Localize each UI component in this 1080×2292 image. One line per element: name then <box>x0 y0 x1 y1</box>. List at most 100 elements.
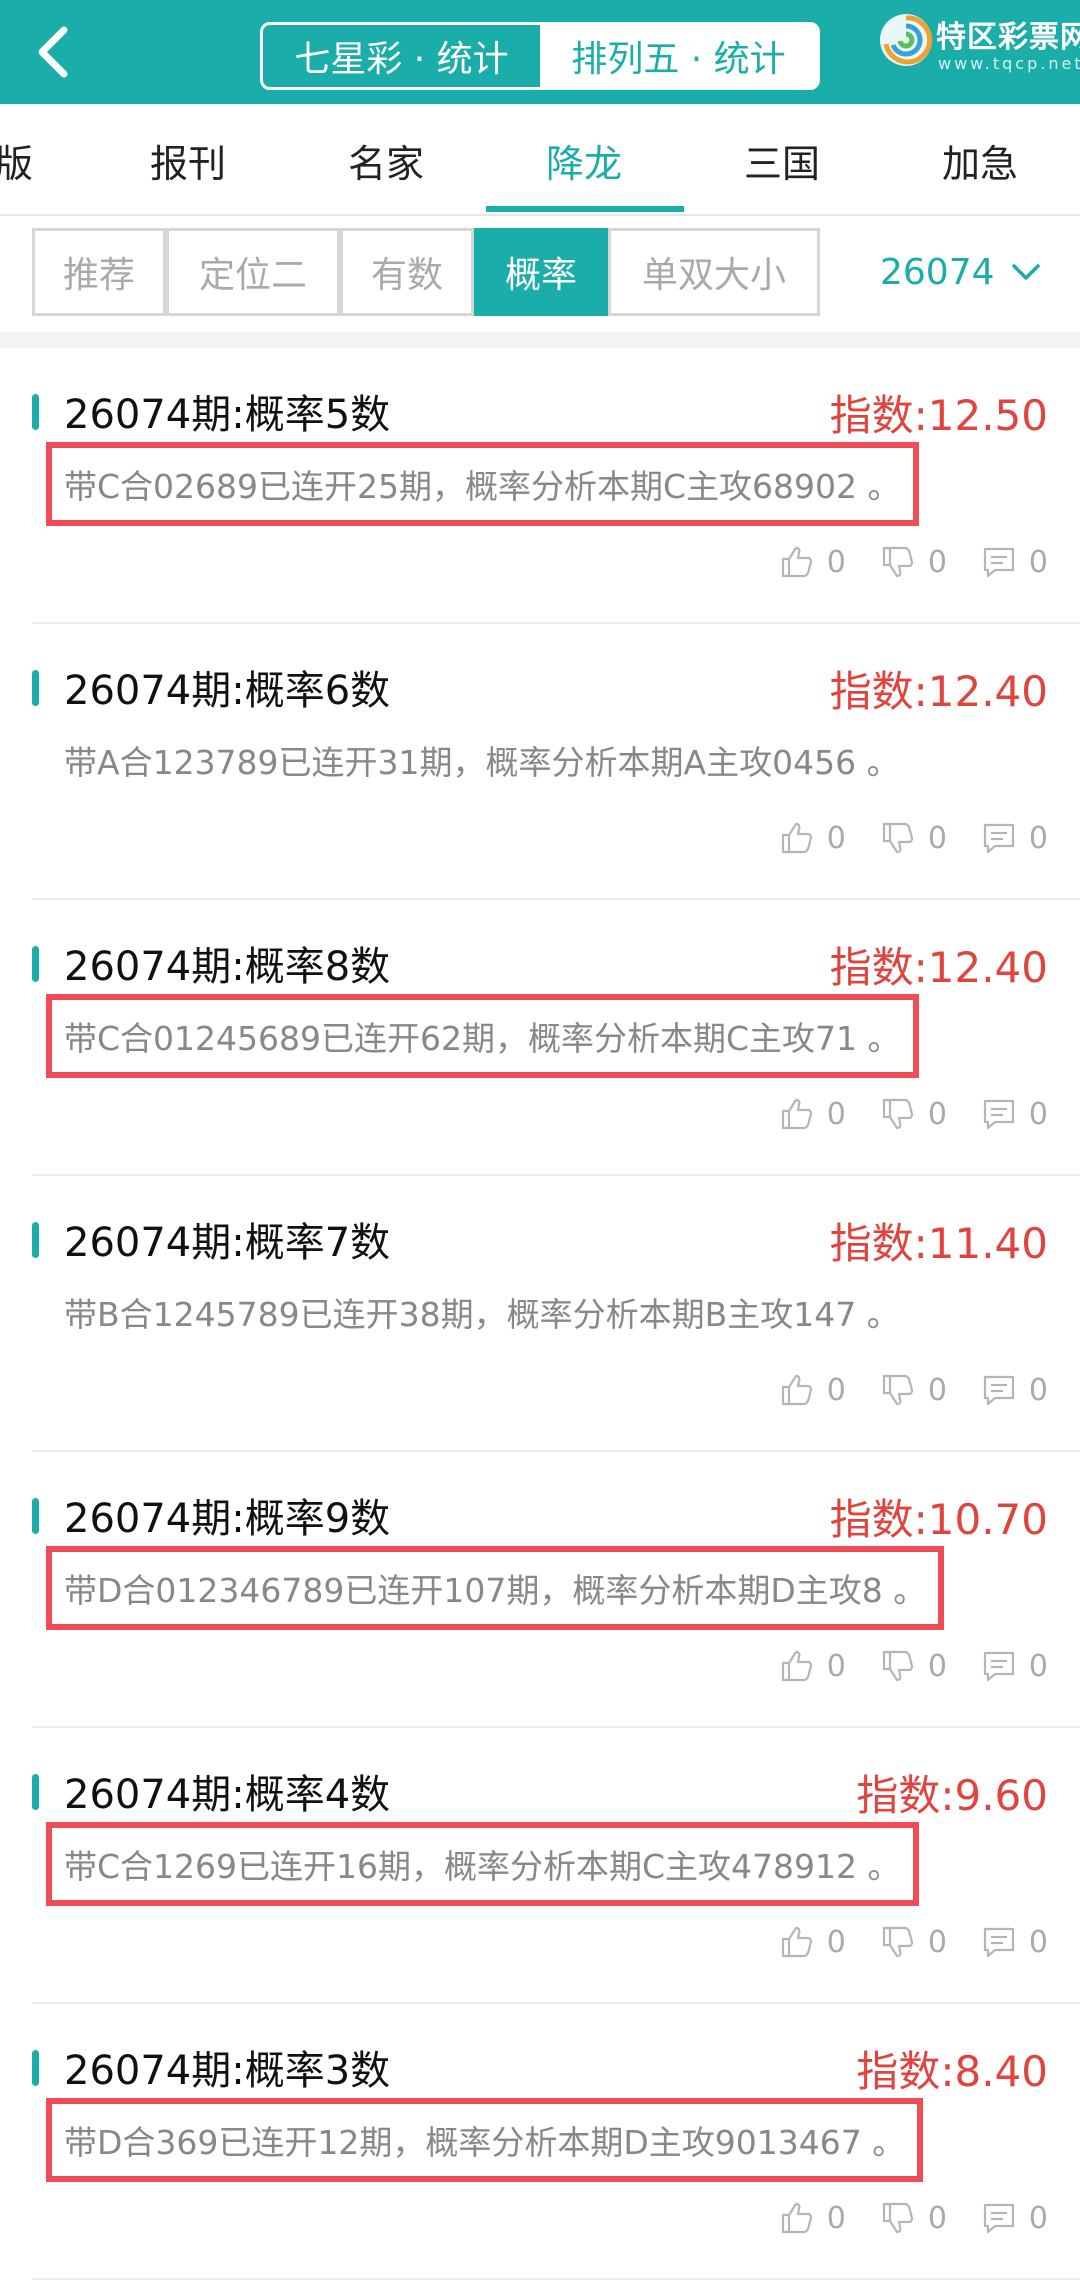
like-button[interactable]: 0 <box>779 1648 846 1684</box>
card-title: 26074期:概率8数 <box>64 944 391 990</box>
thumbs-down-icon <box>882 1098 913 1130</box>
card-title: 26074期:概率6数 <box>64 668 391 714</box>
logo-url: www.tqcp.net <box>938 54 1080 73</box>
chip-gailv[interactable]: 概率 <box>474 228 608 316</box>
like-count: 0 <box>826 544 846 580</box>
chip-youshu[interactable]: 有数 <box>340 228 474 316</box>
card-index-score: 指数:12.40 <box>829 943 1048 992</box>
dislike-count: 0 <box>927 1096 947 1132</box>
tab-baokan[interactable]: 报刊 <box>90 104 286 214</box>
comment-button[interactable]: 0 <box>981 1096 1048 1132</box>
thumbs-up-icon <box>781 822 812 854</box>
card-description: 带B合1245789已连开38期，概率分析本期B主攻147 。 <box>64 1295 900 1334</box>
comment-button[interactable]: 0 <box>981 1648 1048 1684</box>
thumbs-down-icon <box>882 1374 913 1406</box>
chip-dingweier[interactable]: 定位二 <box>166 228 340 316</box>
card-actions: 0 0 0 <box>745 818 1048 858</box>
prediction-card[interactable]: 26074期:概率8数 指数:12.40 带C合01245689已连开62期，概… <box>0 900 1080 1176</box>
comment-count: 0 <box>1028 1648 1048 1684</box>
lottery-segmented-control: 七星彩 · 统计 排列五 · 统计 <box>260 22 820 90</box>
like-button[interactable]: 0 <box>779 2200 846 2236</box>
prediction-card[interactable]: 26074期:概率5数 指数:12.50 带C合02689已连开25期，概率分析… <box>0 348 1080 624</box>
dislike-count: 0 <box>927 544 947 580</box>
prediction-card[interactable]: 26074期:概率6数 指数:12.40 带A合123789已连开31期，概率分… <box>0 624 1080 900</box>
like-count: 0 <box>826 1096 846 1132</box>
period-value: 26074 <box>880 251 995 293</box>
prediction-card[interactable]: 26074期:概率3数 指数:8.40 带D合369已连开12期，概率分析本期D… <box>0 2004 1080 2280</box>
comment-icon <box>983 547 1015 578</box>
dislike-button[interactable]: 0 <box>880 1096 947 1132</box>
card-actions: 0 0 0 <box>745 1370 1048 1410</box>
prediction-list: 26074期:概率5数 指数:12.50 带C合02689已连开25期，概率分析… <box>0 348 1080 2280</box>
card-index-score: 指数:12.50 <box>829 391 1048 440</box>
back-button[interactable] <box>26 22 86 82</box>
chip-danshuangdaxiao[interactable]: 单双大小 <box>608 228 820 316</box>
comment-button[interactable]: 0 <box>981 2200 1048 2236</box>
card-title: 26074期:概率3数 <box>64 2048 391 2094</box>
like-button[interactable]: 0 <box>779 1372 846 1408</box>
card-title: 26074期:概率4数 <box>64 1772 391 1818</box>
comment-button[interactable]: 0 <box>981 544 1048 580</box>
comment-button[interactable]: 0 <box>981 820 1048 856</box>
prediction-card[interactable]: 26074期:概率4数 指数:9.60 带C合1269已连开16期，概率分析本期… <box>0 1728 1080 2004</box>
card-index-score: 指数:11.40 <box>829 1219 1048 1268</box>
chip-tuijian[interactable]: 推荐 <box>32 228 166 316</box>
card-actions: 0 0 0 <box>745 1094 1048 1134</box>
dislike-button[interactable]: 0 <box>880 1924 947 1960</box>
like-button[interactable]: 0 <box>779 544 846 580</box>
tab-sanguo[interactable]: 三国 <box>684 104 880 214</box>
dislike-count: 0 <box>927 1648 947 1684</box>
thumbs-up-icon <box>781 1098 812 1130</box>
like-button[interactable]: 0 <box>779 1924 846 1960</box>
comment-icon <box>983 1375 1015 1406</box>
like-count: 0 <box>826 1372 846 1408</box>
card-title: 26074期:概率7数 <box>64 1220 391 1266</box>
tab-mingjia[interactable]: 名家 <box>288 104 484 214</box>
segment-qixingcai[interactable]: 七星彩 · 统计 <box>263 25 540 87</box>
like-button[interactable]: 0 <box>779 820 846 856</box>
thumbs-up-icon <box>781 546 812 578</box>
logo-swirl-icon <box>880 14 933 66</box>
card-actions: 0 0 0 <box>745 1922 1048 1962</box>
card-accent-bar <box>32 1498 39 1534</box>
tab-jianglong[interactable]: 降龙 <box>486 104 682 214</box>
card-description: 带D合369已连开12期，概率分析本期D主攻9013467 。 <box>45 2098 924 2182</box>
dislike-button[interactable]: 0 <box>880 1648 947 1684</box>
chevron-down-icon <box>1011 264 1040 280</box>
card-divider <box>32 2278 1080 2280</box>
prediction-card[interactable]: 26074期:概率7数 指数:11.40 带B合1245789已连开38期，概率… <box>0 1176 1080 1452</box>
tab-jiaji[interactable]: 加急 <box>882 104 1078 214</box>
comment-icon <box>983 1927 1015 1958</box>
card-actions: 0 0 0 <box>745 542 1048 582</box>
dislike-button[interactable]: 0 <box>880 544 947 580</box>
card-title: 26074期:概率9数 <box>64 1496 391 1542</box>
comment-icon <box>983 1651 1015 1682</box>
dislike-button[interactable]: 0 <box>880 1372 947 1408</box>
comment-count: 0 <box>1028 1372 1048 1408</box>
card-actions: 0 0 0 <box>745 1646 1048 1686</box>
like-count: 0 <box>826 1924 846 1960</box>
like-count: 0 <box>826 2200 846 2236</box>
top-bar: 七星彩 · 统计 排列五 · 统计 特区彩票网 www.tqcp.net <box>0 0 1080 104</box>
comment-icon <box>983 1099 1015 1130</box>
dislike-button[interactable]: 0 <box>880 820 947 856</box>
period-selector[interactable]: 26074 <box>880 240 1041 304</box>
comment-button[interactable]: 0 <box>981 1372 1048 1408</box>
card-description: 带C合01245689已连开62期，概率分析本期C主攻71 。 <box>46 994 919 1078</box>
thumbs-down-icon <box>882 1926 913 1958</box>
comment-button[interactable]: 0 <box>981 1924 1048 1960</box>
card-accent-bar <box>32 1774 39 1810</box>
filter-row: 推荐 定位二 有数 概率 单双大小 26074 <box>0 216 1080 332</box>
thumbs-down-icon <box>882 2202 913 2234</box>
card-description: 带A合123789已连开31期，概率分析本期A主攻0456 。 <box>64 743 900 782</box>
segment-pailiewu[interactable]: 排列五 · 统计 <box>540 25 817 87</box>
prediction-card[interactable]: 26074期:概率9数 指数:10.70 带D合012346789已连开107期… <box>0 1452 1080 1728</box>
card-title: 26074期:概率5数 <box>64 392 391 438</box>
comment-count: 0 <box>1028 544 1048 580</box>
thumbs-up-icon <box>781 1650 812 1682</box>
thumbs-up-icon <box>781 2202 812 2234</box>
like-button[interactable]: 0 <box>779 1096 846 1132</box>
card-description: 带D合012346789已连开107期，概率分析本期D主攻8 。 <box>45 1546 945 1630</box>
section-gap <box>0 332 1080 348</box>
dislike-button[interactable]: 0 <box>880 2200 947 2236</box>
